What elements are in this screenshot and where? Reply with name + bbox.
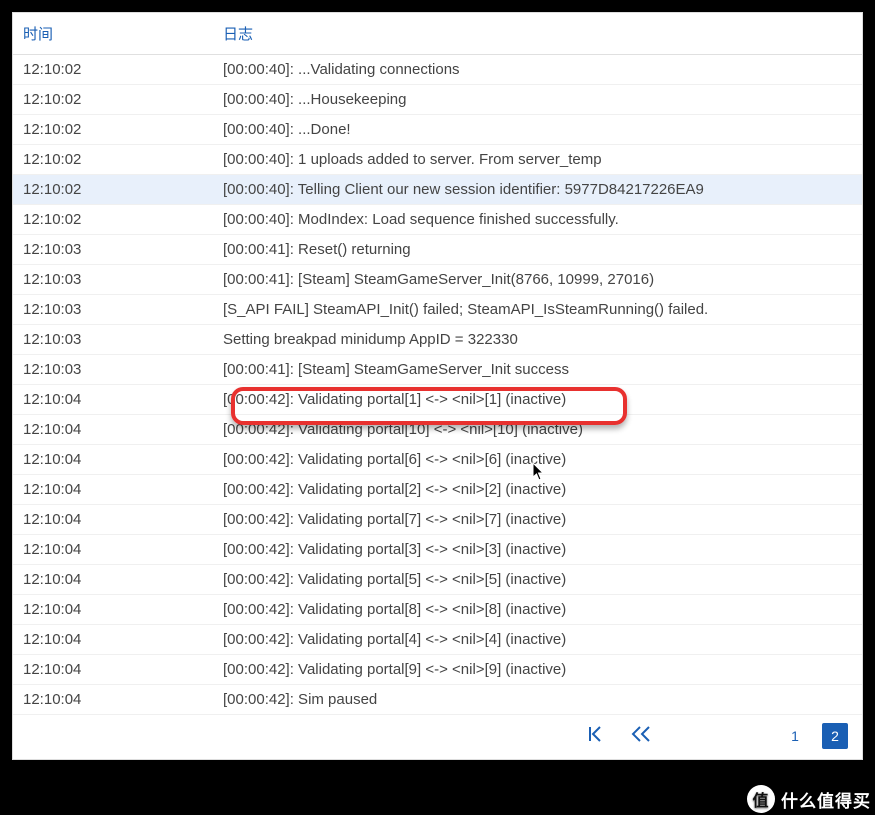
- pager-nav: [588, 726, 652, 747]
- cell-log: [00:00:42]: Validating portal[8] <-> <ni…: [213, 595, 862, 625]
- table-header-row: 时间 日志: [13, 13, 862, 55]
- table-row[interactable]: 12:10:03[00:00:41]: [Steam] SteamGameSer…: [13, 355, 862, 385]
- watermark: 值 什么值得买: [747, 785, 871, 813]
- table-row[interactable]: 12:10:03[S_API FAIL] SteamAPI_Init() fai…: [13, 295, 862, 325]
- log-table: 时间 日志 12:10:02[00:00:40]: ...Validating …: [13, 13, 862, 715]
- cell-time: 12:10:02: [13, 115, 213, 145]
- cell-time: 12:10:02: [13, 205, 213, 235]
- cell-time: 12:10:03: [13, 325, 213, 355]
- cell-log: [00:00:40]: ...Housekeeping: [213, 85, 862, 115]
- pager-first-icon[interactable]: [588, 726, 606, 747]
- cell-log: [00:00:42]: Validating portal[2] <-> <ni…: [213, 475, 862, 505]
- cell-log: [00:00:42]: Validating portal[9] <-> <ni…: [213, 655, 862, 685]
- log-window: 时间 日志 12:10:02[00:00:40]: ...Validating …: [12, 12, 863, 760]
- table-row[interactable]: 12:10:04[00:00:42]: Validating portal[9]…: [13, 655, 862, 685]
- table-row[interactable]: 12:10:04[00:00:42]: Validating portal[2]…: [13, 475, 862, 505]
- header-time[interactable]: 时间: [13, 13, 213, 55]
- cell-time: 12:10:04: [13, 445, 213, 475]
- cell-time: 12:10:03: [13, 235, 213, 265]
- pager-pages: 12: [782, 723, 848, 749]
- cell-time: 12:10:04: [13, 415, 213, 445]
- table-row[interactable]: 12:10:03[00:00:41]: Reset() returning: [13, 235, 862, 265]
- cell-time: 12:10:04: [13, 685, 213, 715]
- cell-time: 12:10:04: [13, 595, 213, 625]
- cell-time: 12:10:04: [13, 625, 213, 655]
- cell-log: [00:00:40]: ...Validating connections: [213, 55, 862, 85]
- cell-time: 12:10:04: [13, 505, 213, 535]
- cell-time: 12:10:04: [13, 475, 213, 505]
- table-row[interactable]: 12:10:04[00:00:42]: Sim paused: [13, 685, 862, 715]
- cell-time: 12:10:04: [13, 535, 213, 565]
- cell-time: 12:10:03: [13, 355, 213, 385]
- cell-log: [00:00:40]: 1 uploads added to server. F…: [213, 145, 862, 175]
- cell-log: Setting breakpad minidump AppID = 322330: [213, 325, 862, 355]
- cell-time: 12:10:04: [13, 385, 213, 415]
- cell-log: [00:00:41]: [Steam] SteamGameServer_Init…: [213, 265, 862, 295]
- table-row[interactable]: 12:10:04[00:00:42]: Validating portal[5]…: [13, 565, 862, 595]
- page-button-2[interactable]: 2: [822, 723, 848, 749]
- table-row[interactable]: 12:10:04[00:00:42]: Validating portal[4]…: [13, 625, 862, 655]
- cell-log: [00:00:42]: Validating portal[7] <-> <ni…: [213, 505, 862, 535]
- table-row[interactable]: 12:10:02[00:00:40]: ...Housekeeping: [13, 85, 862, 115]
- cell-log: [00:00:41]: [Steam] SteamGameServer_Init…: [213, 355, 862, 385]
- cell-log: [00:00:40]: ModIndex: Load sequence fini…: [213, 205, 862, 235]
- cell-log: [00:00:42]: Validating portal[6] <-> <ni…: [213, 445, 862, 475]
- cell-time: 12:10:02: [13, 175, 213, 205]
- watermark-text: 什么值得买: [781, 787, 871, 812]
- page-button-1[interactable]: 1: [782, 723, 808, 749]
- table-row[interactable]: 12:10:04[00:00:42]: Validating portal[1]…: [13, 385, 862, 415]
- table-row[interactable]: 12:10:02[00:00:40]: ...Done!: [13, 115, 862, 145]
- table-row[interactable]: 12:10:03Setting breakpad minidump AppID …: [13, 325, 862, 355]
- cell-log: [00:00:40]: ...Done!: [213, 115, 862, 145]
- cell-log: [00:00:42]: Validating portal[4] <-> <ni…: [213, 625, 862, 655]
- table-row[interactable]: 12:10:04[00:00:42]: Validating portal[10…: [13, 415, 862, 445]
- cell-log: [00:00:40]: Telling Client our new sessi…: [213, 175, 862, 205]
- table-row[interactable]: 12:10:04[00:00:42]: Validating portal[8]…: [13, 595, 862, 625]
- table-row[interactable]: 12:10:04[00:00:42]: Validating portal[3]…: [13, 535, 862, 565]
- cell-time: 12:10:04: [13, 565, 213, 595]
- cell-log: [00:00:42]: Validating portal[1] <-> <ni…: [213, 385, 862, 415]
- pagination-bar: 12: [13, 715, 862, 759]
- cell-time: 12:10:04: [13, 655, 213, 685]
- cell-log: [00:00:41]: Reset() returning: [213, 235, 862, 265]
- watermark-badge: 值: [747, 785, 775, 813]
- table-row[interactable]: 12:10:02[00:00:40]: ModIndex: Load seque…: [13, 205, 862, 235]
- cell-time: 12:10:02: [13, 55, 213, 85]
- table-row[interactable]: 12:10:04[00:00:42]: Validating portal[6]…: [13, 445, 862, 475]
- cell-log: [00:00:42]: Validating portal[5] <-> <ni…: [213, 565, 862, 595]
- cell-log: [00:00:42]: Validating portal[3] <-> <ni…: [213, 535, 862, 565]
- cell-time: 12:10:03: [13, 295, 213, 325]
- table-row[interactable]: 12:10:04[00:00:42]: Validating portal[7]…: [13, 505, 862, 535]
- table-row[interactable]: 12:10:02[00:00:40]: Telling Client our n…: [13, 175, 862, 205]
- header-log[interactable]: 日志: [213, 13, 862, 55]
- cell-log: [S_API FAIL] SteamAPI_Init() failed; Ste…: [213, 295, 862, 325]
- cell-time: 12:10:02: [13, 85, 213, 115]
- table-row[interactable]: 12:10:02[00:00:40]: ...Validating connec…: [13, 55, 862, 85]
- cell-time: 12:10:03: [13, 265, 213, 295]
- pager-prev-icon[interactable]: [630, 726, 652, 747]
- cell-time: 12:10:02: [13, 145, 213, 175]
- cell-log: [00:00:42]: Sim paused: [213, 685, 862, 715]
- table-row[interactable]: 12:10:02[00:00:40]: 1 uploads added to s…: [13, 145, 862, 175]
- table-row[interactable]: 12:10:03[00:00:41]: [Steam] SteamGameSer…: [13, 265, 862, 295]
- cell-log: [00:00:42]: Validating portal[10] <-> <n…: [213, 415, 862, 445]
